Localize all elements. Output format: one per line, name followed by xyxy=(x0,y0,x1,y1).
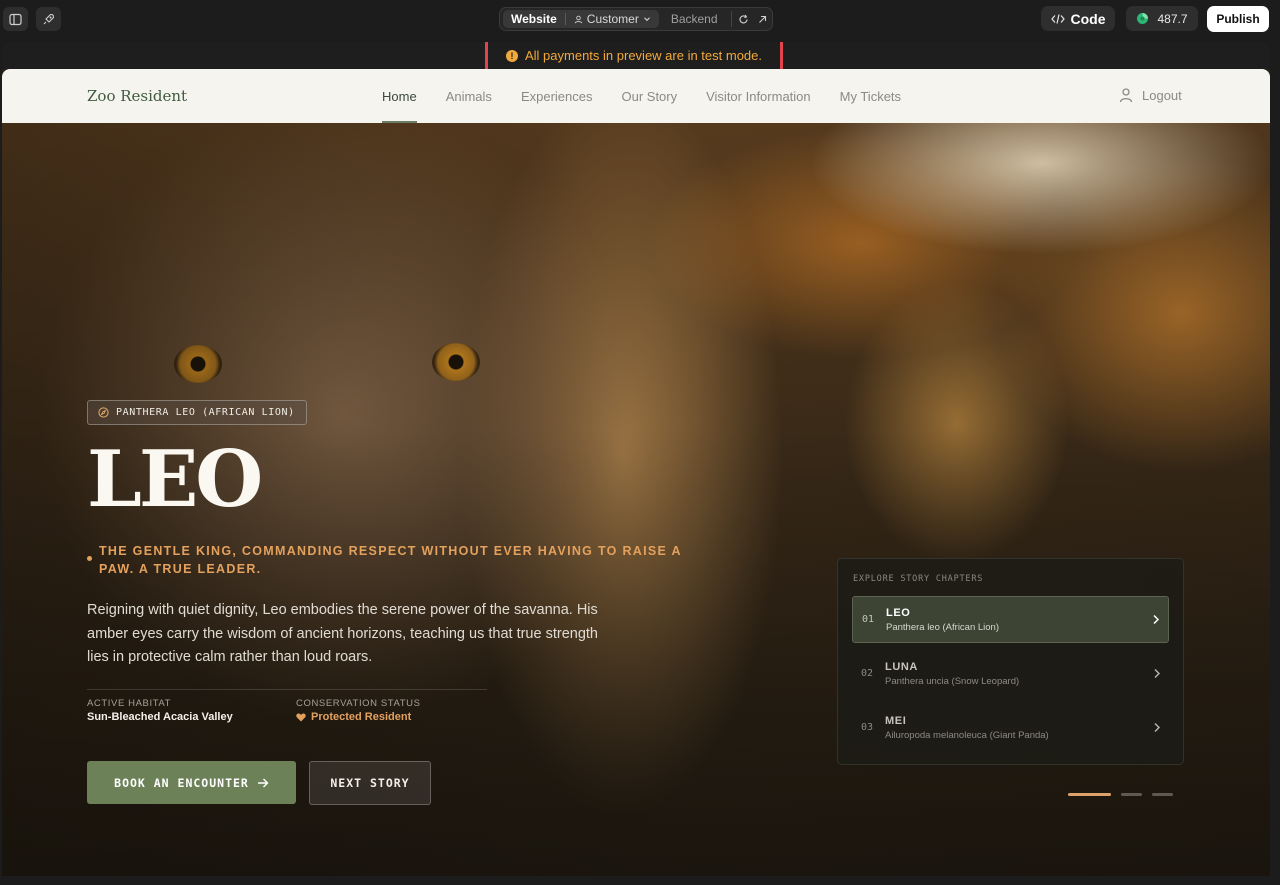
chapter-body: LEO Panthera leo (African Lion) xyxy=(886,607,1144,633)
user-icon xyxy=(574,15,583,23)
customer-role-label: Customer xyxy=(586,12,639,26)
chevron-down-icon xyxy=(643,17,650,22)
hero-section: PANTHERA LEO (AFRICAN LION) LEO THE GENT… xyxy=(2,123,1270,885)
bottom-edge xyxy=(0,876,1280,885)
main-nav: Home Animals Experiences Our Story Visit… xyxy=(382,69,930,123)
tagline-bullet xyxy=(87,556,92,561)
status-label: CONSERVATION STATUS xyxy=(296,698,421,709)
chapter-number: 01 xyxy=(862,614,875,625)
hero-title: LEO xyxy=(87,434,263,525)
chapter-species: Ailuropoda melanoleuca (Giant Panda) xyxy=(885,729,1049,741)
heart-icon xyxy=(296,713,306,721)
chevron-right-icon xyxy=(1145,722,1169,733)
book-encounter-label: BOOK AN ENCOUNTER xyxy=(114,775,249,790)
code-button[interactable]: Code xyxy=(1041,6,1115,31)
species-badge: PANTHERA LEO (AFRICAN LION) xyxy=(87,400,307,425)
logout-label: Logout xyxy=(1142,87,1182,103)
slide-dot-1[interactable] xyxy=(1068,793,1111,796)
editor-topbar: Website Customer Backend Code 487.7 Publ… xyxy=(0,0,1280,38)
segment-divider xyxy=(564,13,566,25)
logout-button[interactable]: Logout xyxy=(1118,87,1182,103)
chapter-name: MEI xyxy=(885,714,907,727)
chapter-item-mei[interactable]: 03 MEI Ailuropoda melanoleuca (Giant Pan… xyxy=(852,704,1169,751)
chapter-body: LUNA Panthera uncia (Snow Leopard) xyxy=(885,661,1145,687)
toolbar-divider xyxy=(730,11,732,27)
view-switcher: Website Customer Backend xyxy=(499,7,773,31)
toggle-sidebar-button[interactable] xyxy=(3,7,28,31)
tab-website[interactable]: Website xyxy=(511,12,557,26)
external-link-icon xyxy=(758,15,766,23)
chapter-species: Panthera leo (African Lion) xyxy=(886,621,1000,633)
slide-dot-2[interactable] xyxy=(1121,793,1142,796)
nav-experiences[interactable]: Experiences xyxy=(521,69,593,123)
status-text: Protected Resident xyxy=(311,711,412,723)
chapters-title: EXPLORE STORY CHAPTERS xyxy=(853,574,984,584)
slide-dot-3[interactable] xyxy=(1152,793,1173,796)
open-external-button[interactable] xyxy=(755,10,769,28)
refresh-button[interactable] xyxy=(736,10,750,28)
code-icon xyxy=(1050,13,1065,24)
customer-role-dropdown[interactable]: Customer xyxy=(574,12,651,26)
nav-home[interactable]: Home xyxy=(382,69,417,123)
panel-toggle-icon xyxy=(9,13,22,25)
preview-frame: ! All payments in preview are in test mo… xyxy=(2,42,1270,885)
chapter-name: LUNA xyxy=(885,660,918,673)
chevron-right-icon xyxy=(1144,614,1168,625)
credits-value: 487.7 xyxy=(1157,11,1188,26)
chapter-species: Panthera uncia (Snow Leopard) xyxy=(885,675,1020,687)
brand-logo[interactable]: Zoo Resident xyxy=(87,87,187,105)
book-encounter-button[interactable]: BOOK AN ENCOUNTER xyxy=(87,761,296,804)
refresh-icon xyxy=(739,14,748,23)
habitat-value: Sun-Bleached Acacia Valley xyxy=(87,711,233,723)
chapter-number: 03 xyxy=(861,722,874,733)
story-chapters-panel: EXPLORE STORY CHAPTERS 01 LEO Panthera l… xyxy=(837,558,1184,765)
warning-icon: ! xyxy=(506,49,518,62)
website-view-segment: Website Customer xyxy=(503,10,659,28)
compass-icon xyxy=(98,407,109,418)
rocket-icon xyxy=(43,13,55,24)
meta-divider xyxy=(87,689,487,690)
species-label: PANTHERA LEO (AFRICAN LION) xyxy=(116,407,295,418)
chevron-right-icon xyxy=(1145,668,1169,679)
nav-my-tickets[interactable]: My Tickets xyxy=(840,69,901,123)
chapter-body: MEI Ailuropoda melanoleuca (Giant Panda) xyxy=(885,715,1145,741)
credits-icon xyxy=(1137,13,1149,24)
habitat-label: ACTIVE HABITAT xyxy=(87,698,172,709)
nav-visitor-information[interactable]: Visitor Information xyxy=(706,69,811,123)
next-story-button[interactable]: NEXT STORY xyxy=(309,761,431,805)
tab-backend[interactable]: Backend xyxy=(671,12,718,26)
credits-button[interactable]: 487.7 xyxy=(1126,6,1198,31)
test-mode-text: All payments in preview are in test mode… xyxy=(525,48,762,63)
slide-indicators xyxy=(1068,793,1173,796)
arrow-right-icon xyxy=(257,778,269,787)
person-icon xyxy=(1119,88,1133,103)
status-value: Protected Resident xyxy=(296,711,411,723)
chapter-item-leo[interactable]: 01 LEO Panthera leo (African Lion) xyxy=(852,596,1169,643)
habitat-text: Sun-Bleached Acacia Valley xyxy=(87,711,233,723)
code-label: Code xyxy=(1070,10,1106,27)
chapter-item-luna[interactable]: 02 LUNA Panthera uncia (Snow Leopard) xyxy=(852,650,1169,697)
nav-our-story[interactable]: Our Story xyxy=(621,69,677,123)
chapter-number: 02 xyxy=(861,668,874,679)
hero-tagline: THE GENTLE KING, COMMANDING RESPECT WITH… xyxy=(99,544,682,576)
hero-description: Reigning with quiet dignity, Leo embodie… xyxy=(87,602,598,665)
chapter-name: LEO xyxy=(886,606,911,619)
deploy-button[interactable] xyxy=(36,7,61,31)
site-navbar: Zoo Resident Home Animals Experiences Ou… xyxy=(2,69,1270,123)
nav-animals[interactable]: Animals xyxy=(446,69,492,123)
publish-button[interactable]: Publish xyxy=(1207,6,1269,32)
